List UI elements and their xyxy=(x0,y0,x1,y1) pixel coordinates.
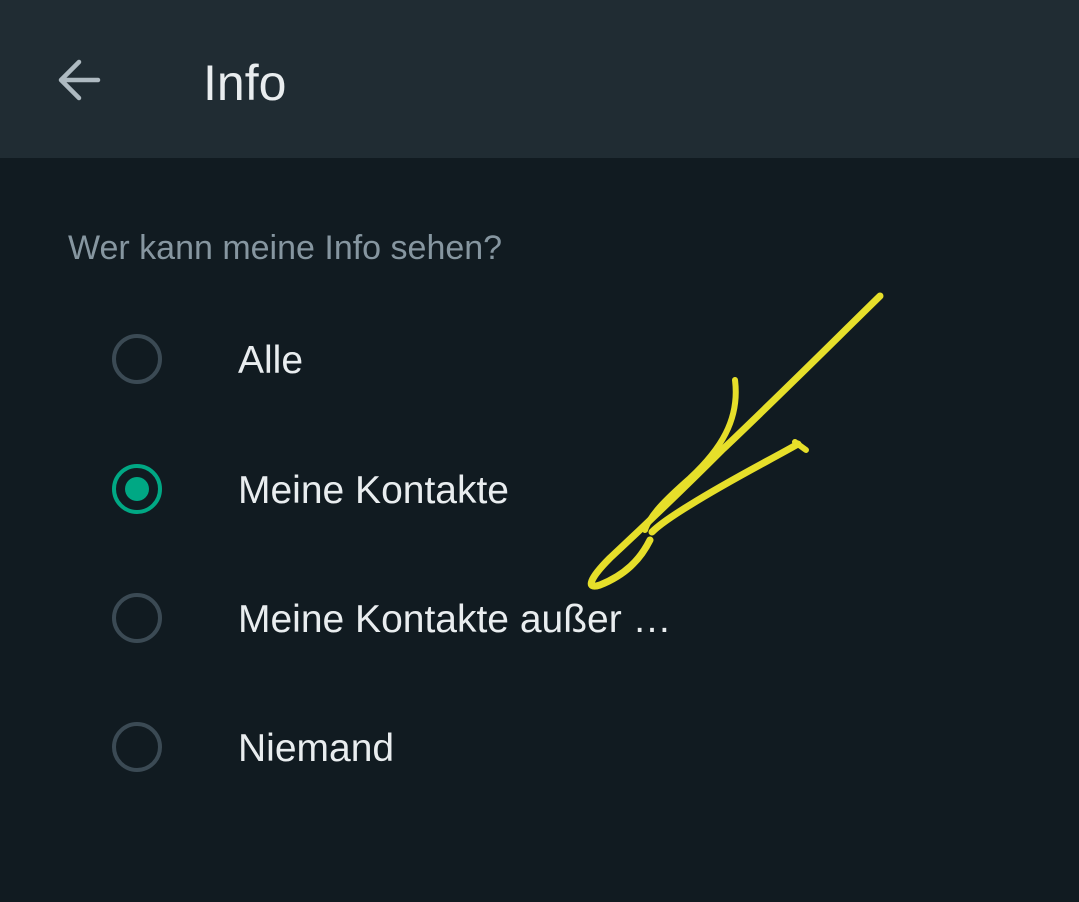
page-title: Info xyxy=(203,55,287,111)
radio-button[interactable] xyxy=(112,334,162,384)
option-label: Alle xyxy=(238,339,304,382)
option-label: Meine Kontakte außer … xyxy=(238,598,672,641)
radio-button[interactable] xyxy=(112,593,162,643)
app-bar: Info xyxy=(0,0,1079,158)
option-meine-kontakte-ausser[interactable]: Meine Kontakte außer … xyxy=(80,569,840,673)
option-meine-kontakte[interactable]: Meine Kontakte xyxy=(80,440,840,544)
radio-button[interactable] xyxy=(112,722,162,772)
radio-dot xyxy=(125,477,149,501)
option-niemand[interactable]: Niemand xyxy=(80,698,840,802)
option-label: Niemand xyxy=(238,727,395,770)
option-alle[interactable]: Alle xyxy=(80,310,840,414)
radio-button-checked[interactable] xyxy=(112,464,162,514)
privacy-options-panel: Wer kann meine Info sehen? Alle Meine Ko… xyxy=(0,158,1079,902)
back-button[interactable] xyxy=(36,40,122,120)
arrow-left-icon xyxy=(58,59,101,101)
option-label: Meine Kontakte xyxy=(238,469,510,512)
section-label: Wer kann meine Info sehen? xyxy=(68,229,503,267)
